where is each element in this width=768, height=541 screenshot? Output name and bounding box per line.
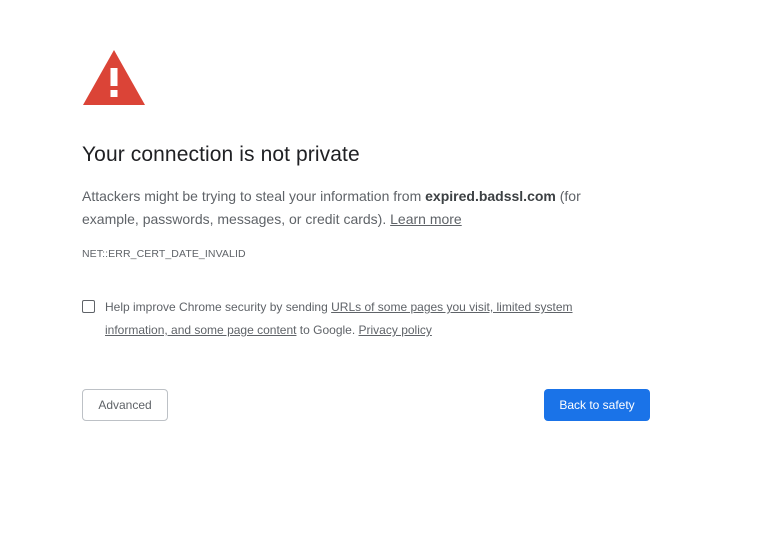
site-domain: expired.badssl.com bbox=[425, 188, 556, 204]
learn-more-link[interactable]: Learn more bbox=[390, 211, 462, 227]
error-code: NET::ERR_CERT_DATE_INVALID bbox=[82, 248, 246, 260]
interstitial-page: Your connection is not private Attackers… bbox=[0, 0, 768, 541]
explanation-text: Attackers might be trying to steal your … bbox=[82, 185, 622, 231]
explanation-text-before: Attackers might be trying to steal your … bbox=[82, 188, 426, 204]
checkbox-text-after: to Google. bbox=[296, 323, 359, 337]
security-reporting-checkbox[interactable] bbox=[82, 300, 95, 313]
privacy-policy-link[interactable]: Privacy policy bbox=[359, 323, 432, 337]
security-reporting-label: Help improve Chrome security by sending … bbox=[105, 296, 605, 342]
advanced-button[interactable]: Advanced bbox=[82, 389, 168, 421]
checkbox-text-before: Help improve Chrome security by sending bbox=[105, 300, 332, 314]
back-to-safety-button[interactable]: Back to safety bbox=[544, 389, 650, 421]
page-title: Your connection is not private bbox=[82, 143, 360, 166]
warning-triangle-icon bbox=[83, 50, 145, 105]
